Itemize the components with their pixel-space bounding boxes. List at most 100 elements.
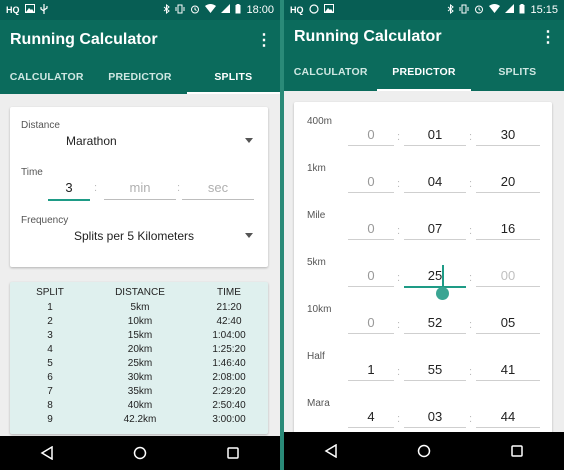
split-time: 2:08:00 [212,371,246,383]
time-label: Time [21,167,43,178]
table-row: 8 40km 2:50:40 [10,398,268,412]
field-colon: : [397,413,401,425]
minutes-field[interactable]: 07 [404,219,466,240]
signal-icon [505,4,515,16]
split-distance: 42.2km [123,413,157,425]
split-distance: 20km [127,344,153,356]
seconds-field[interactable]: 20 [476,172,540,193]
field-colon: : [397,272,401,284]
seconds-field[interactable]: 05 [476,313,540,334]
split-time: 1:04:00 [212,330,246,342]
hours-field[interactable]: 0 [348,313,394,334]
time-colon: : [177,182,181,194]
alarm-icon [474,4,484,17]
chevron-down-icon[interactable] [245,138,253,143]
time-colon: : [94,182,98,194]
minutes-field[interactable]: 03 [404,407,466,428]
tab-calculator[interactable]: CALCULATOR [0,60,93,94]
tab-predictor[interactable]: PREDICTOR [93,60,186,94]
vibrate-icon [175,4,185,17]
hours-field[interactable]: 0 [348,172,394,193]
split-distance: 10km [127,316,153,328]
more-options-icon[interactable]: ⋮ [256,30,272,50]
minutes-field[interactable]: 25 [404,266,466,288]
minutes-field[interactable]: 52 [404,313,466,334]
image-icon [323,4,334,16]
home-icon[interactable] [414,441,434,461]
recents-icon[interactable] [223,443,243,463]
race-label-5km: 5km [307,257,326,268]
split-number: 7 [47,385,53,397]
split-number: 6 [47,371,53,383]
hours-field[interactable]: 0 [348,125,394,146]
race-label-half: Half [307,351,325,362]
seconds-field[interactable]: 16 [476,219,540,240]
table-row: 5 25km 1:46:40 [10,357,268,371]
hours-field[interactable]: 1 [348,360,394,381]
table-row: 2 10km 42:40 [10,315,268,329]
back-icon[interactable] [321,441,341,461]
chevron-down-icon[interactable] [245,233,253,238]
seconds-field[interactable]: 44 [476,407,540,428]
tab-splits[interactable]: SPLITS [471,53,564,91]
hours-field[interactable]: 0 [348,219,394,240]
navigation-bar [0,436,280,470]
app-title: Running Calculator [294,27,442,45]
status-bar: HQ 18:00 [0,0,280,20]
table-row: 4 20km 1:25:20 [10,343,268,357]
field-colon: : [469,272,473,284]
table-row: 6 30km 2:08:00 [10,370,268,384]
minutes-field[interactable]: 01 [404,125,466,146]
split-number: 5 [47,358,53,369]
field-colon: : [469,366,473,378]
split-number: 2 [47,316,53,328]
table-row: 3 15km 1:04:00 [10,329,268,343]
app-title: Running Calculator [10,31,158,48]
split-time: 2:29:20 [212,385,246,397]
battery-icon [235,3,241,17]
seconds-field[interactable]: 30 [476,125,540,146]
frequency-select[interactable]: Splits per 5 Kilometers [74,229,194,243]
app-bar: Running Calculator ⋮ [0,20,280,60]
split-time: 1:46:40 [212,358,246,369]
field-colon: : [397,131,401,143]
home-icon[interactable] [130,443,150,463]
status-bar: HQ 15:15 [284,0,564,20]
minutes-field[interactable]: 04 [404,172,466,193]
split-distance: 25km [127,358,153,369]
split-time: 2:50:40 [212,399,246,411]
time-hours-input[interactable]: 3 [48,177,90,201]
minutes-field[interactable]: 55 [404,360,466,381]
more-options-icon[interactable]: ⋮ [540,27,556,47]
race-label-10km: 10km [307,304,332,315]
split-number: 1 [47,302,53,314]
recents-icon[interactable] [507,441,527,461]
battery-icon [519,3,525,17]
column-header-distance: DISTANCE [115,286,165,298]
usb-icon [39,3,48,17]
tab-splits[interactable]: SPLITS [186,60,280,94]
tab-predictor[interactable]: PREDICTOR [377,53,471,91]
tab-bar: CALCULATOR PREDICTOR SPLITS [284,53,564,91]
hours-field[interactable]: 4 [348,407,394,428]
seconds-field[interactable]: 41 [476,360,540,381]
field-colon: : [469,178,473,190]
time-minutes-input[interactable]: min [104,177,176,200]
navigation-bar [284,432,564,470]
split-number: 9 [47,413,53,425]
tab-calculator[interactable]: CALCULATOR [284,53,377,91]
split-number: 8 [47,399,53,411]
splits-form-card: Distance Marathon Time 3 : min : sec Fre… [10,107,268,267]
text-selection-handle[interactable] [436,287,449,300]
column-header-time: TIME [217,286,241,298]
hours-field[interactable]: 0 [348,266,394,287]
seconds-field[interactable]: 00 [476,266,540,287]
back-icon[interactable] [37,443,57,463]
frequency-label: Frequency [21,215,69,226]
time-seconds-input[interactable]: sec [182,177,254,200]
distance-select[interactable]: Marathon [66,134,117,148]
column-header-split: SPLIT [36,286,64,298]
field-colon: : [397,366,401,378]
right-phone-screen: HQ 15:15 Running Calculator ⋮ CALCULATOR… [284,0,564,470]
field-colon: : [397,319,401,331]
